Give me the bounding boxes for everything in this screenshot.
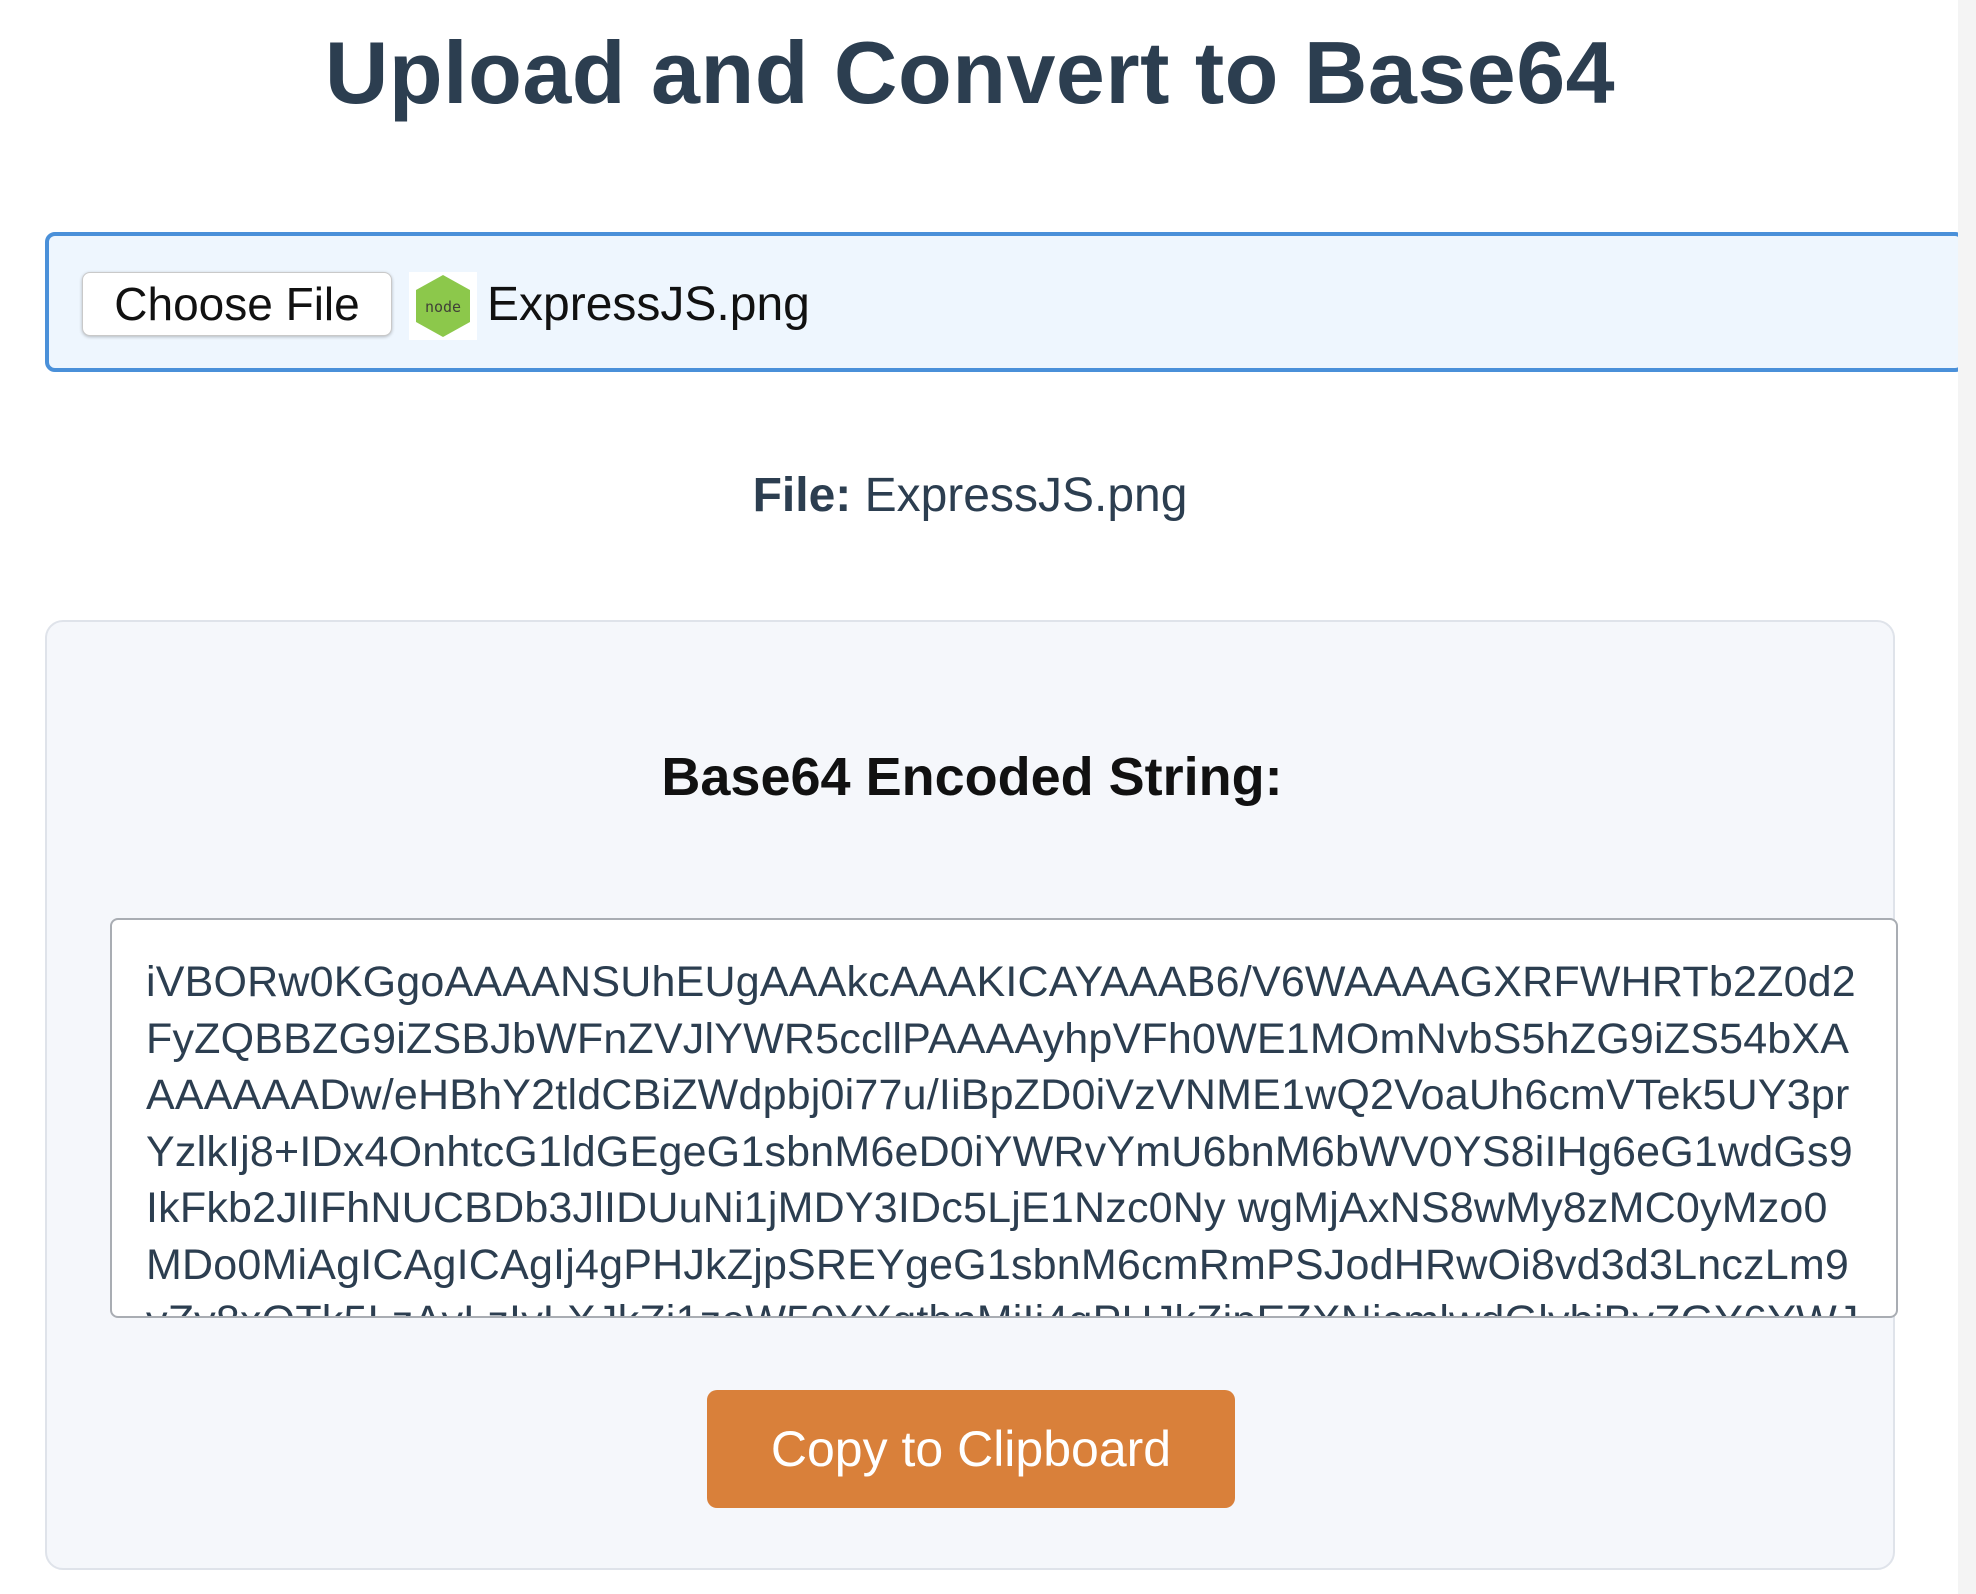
file-info: File: ExpressJS.png xyxy=(0,466,1940,526)
nodejs-logo-icon: node xyxy=(409,272,477,340)
base64-output-text: iVBORw0KGgoAAAANSUhEUgAAAkcAAAKICAYAAAB6… xyxy=(146,958,1858,1316)
copy-to-clipboard-button[interactable]: Copy to Clipboard xyxy=(707,1390,1235,1508)
choose-file-button[interactable]: Choose File xyxy=(82,272,392,336)
result-card: Base64 Encoded String: iVBORw0KGgoAAAANS… xyxy=(45,620,1898,1570)
page-scrollbar[interactable] xyxy=(1958,0,1976,1594)
svg-text:node: node xyxy=(425,298,461,316)
base64-output-textarea[interactable]: iVBORw0KGgoAAAANSUhEUgAAAkcAAAKICAYAAAB6… xyxy=(110,918,1898,1318)
page: Upload and Convert to Base64 Choose File… xyxy=(0,0,1976,1594)
file-upload-field[interactable]: Choose File node ExpressJS.png xyxy=(45,232,1965,372)
chosen-file-name: ExpressJS.png xyxy=(487,278,810,331)
file-info-value: ExpressJS.png xyxy=(864,469,1188,522)
result-heading: Base64 Encoded String: xyxy=(661,747,1283,807)
page-title: Upload and Convert to Base64 xyxy=(324,23,1616,122)
file-info-label: File: xyxy=(752,469,852,522)
